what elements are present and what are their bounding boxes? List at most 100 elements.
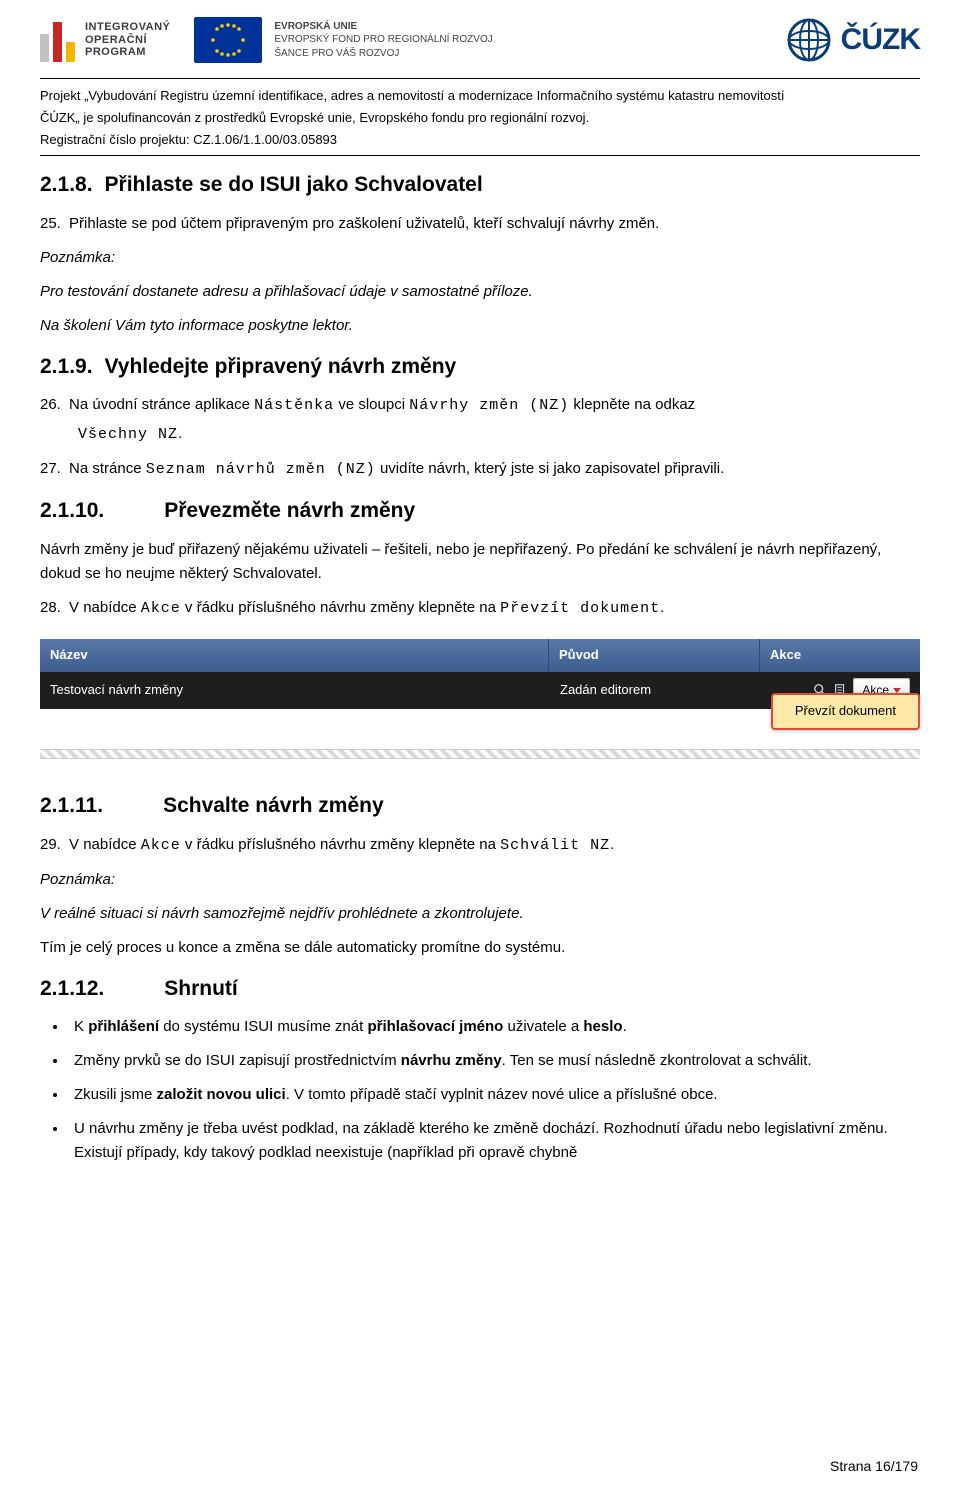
item-num: 28. xyxy=(40,599,61,616)
item-num: 29. xyxy=(40,836,61,853)
mono-text: Návrhy změn (NZ) xyxy=(409,397,569,414)
item-text: v řádku příslušného návrhu změny klepnět… xyxy=(181,599,500,616)
item-text: klepněte na odkaz xyxy=(569,396,695,413)
item-text: Na úvodní stránce aplikace xyxy=(69,396,254,413)
note-text: V reálné situaci si návrh samozřejmě nej… xyxy=(40,902,920,926)
item-text: K xyxy=(74,1018,88,1035)
col-header-actions: Akce xyxy=(760,639,920,672)
stripe-decoration xyxy=(40,749,920,759)
item-text: . V tomto případě stačí vyplnit název no… xyxy=(286,1086,718,1103)
logo-eu: EVROPSKÁ UNIE EVROPSKÝ FOND PRO REGIONÁL… xyxy=(194,17,492,63)
project-line3: Registrační číslo projektu: CZ.1.06/1.1.… xyxy=(40,129,920,151)
item-text: . Ten se musí následně zkontrolovat a sc… xyxy=(502,1052,812,1069)
item-text: Přihlaste se pod účtem připraveným pro z… xyxy=(69,215,659,232)
mono-text: Převzít dokument xyxy=(500,600,660,617)
mono-text: Akce xyxy=(141,600,181,617)
heading-num: 2.1.8. xyxy=(40,173,93,196)
iop-bars-icon xyxy=(40,18,75,62)
divider xyxy=(40,155,920,156)
list-item: 27. Na stránce Seznam návrhů změn (NZ) u… xyxy=(40,457,920,482)
item-text: Na stránce xyxy=(69,460,146,477)
list-item: 29. V nabídce Akce v řádku příslušného n… xyxy=(40,833,920,858)
project-line2: ČÚZK„ je spolufinancován z prostředků Ev… xyxy=(40,107,920,129)
ui-table: Název Původ Akce Testovací návrh změny Z… xyxy=(40,639,920,759)
heading-219: 2.1.9. Vyhledejte připravený návrh změny xyxy=(40,350,920,384)
cuzk-text: ČÚZK xyxy=(841,23,920,57)
mono-text: Schválit NZ xyxy=(500,837,610,854)
project-description: Projekt „Vybudování Registru územní iden… xyxy=(40,85,920,151)
page: INTEGROVANÝ OPERAČNÍ PROGRAM EVROPSKÁ UN… xyxy=(0,0,960,1494)
divider xyxy=(40,78,920,79)
document-content: 2.1.8. Přihlaste se do ISUI jako Schvalov… xyxy=(40,168,920,1165)
note-text: Na školení Vám tyto informace poskytne l… xyxy=(40,314,920,338)
heading-title: Schvalte návrh změny xyxy=(163,794,384,817)
list-item: U návrhu změny je třeba uvést podklad, n… xyxy=(68,1117,920,1165)
bold-text: heslo xyxy=(583,1018,622,1035)
item-num: 26. xyxy=(40,396,61,413)
col-header-origin: Původ xyxy=(549,639,760,672)
heading-title: Přihlaste se do ISUI jako Schvalovatel xyxy=(105,173,483,196)
list-item: 26. Na úvodní stránce aplikace Nástěnka … xyxy=(40,393,920,447)
list-item: Změny prvků se do ISUI zapisují prostřed… xyxy=(68,1049,920,1073)
eu-flag-icon xyxy=(194,17,262,63)
list-item: K přihlášení do systému ISUI musíme znát… xyxy=(68,1015,920,1039)
dropdown-item-prevzit[interactable]: Převzít dokument xyxy=(771,693,920,730)
heading-title: Převezměte návrh změny xyxy=(164,499,415,522)
mono-text: Akce xyxy=(141,837,181,854)
item-text: v řádku příslušného návrhu změny klepnět… xyxy=(181,836,500,853)
heading-2110: 2.1.10. Převezměte návrh změny xyxy=(40,494,920,528)
heading-num: 2.1.11. xyxy=(40,794,103,817)
list-item: 25. Přihlaste se pod účtem připraveným p… xyxy=(40,212,920,236)
bold-text: návrhu změny xyxy=(401,1052,502,1069)
page-footer: Strana 16/179 xyxy=(830,1458,918,1474)
heading-title: Vyhledejte připravený návrh změny xyxy=(105,355,457,378)
list-item: 28. V nabídce Akce v řádku příslušného n… xyxy=(40,596,920,621)
item-text: V nabídce xyxy=(69,836,141,853)
heading-218: 2.1.8. Přihlaste se do ISUI jako Schvalov… xyxy=(40,168,920,202)
bold-text: založit novou ulici xyxy=(157,1086,286,1103)
project-line1: Projekt „Vybudování Registru územní iden… xyxy=(40,85,920,107)
item-text: . xyxy=(660,599,664,616)
cell-origin: Zadán editorem xyxy=(550,674,760,707)
item-text: uvidíte návrh, který jste si jako zapiso… xyxy=(376,460,724,477)
item-num: 27. xyxy=(40,460,61,477)
heading-num: 2.1.12. xyxy=(40,977,104,1000)
paragraph: Návrh změny je buď přiřazený nějakému už… xyxy=(40,538,920,586)
list-item: Zkusili jsme založit novou ulici. V tomt… xyxy=(68,1083,920,1107)
item-text: Změny prvků se do ISUI zapisují prostřed… xyxy=(74,1052,401,1069)
heading-2112: 2.1.12. Shrnutí xyxy=(40,972,920,1006)
heading-num: 2.1.10. xyxy=(40,499,104,522)
item-text: V nabídce xyxy=(69,599,141,616)
note-text: Pro testování dostanete adresu a přihlaš… xyxy=(40,280,920,304)
note-label: Poznámka: xyxy=(40,246,920,270)
table-header: Název Původ Akce xyxy=(40,639,920,672)
item-text: . xyxy=(178,425,182,442)
mono-text: Všechny NZ xyxy=(78,426,178,443)
item-text: uživatele a xyxy=(503,1018,583,1035)
mono-text: Nástěnka xyxy=(254,397,334,414)
item-text: Zkusili jsme xyxy=(74,1086,157,1103)
item-text: do systému ISUI musíme znát xyxy=(159,1018,367,1035)
paragraph: Tím je celý proces u konce a změna se dá… xyxy=(40,936,920,960)
logo-cuzk: ČÚZK xyxy=(785,16,920,64)
heading-num: 2.1.9. xyxy=(40,355,93,378)
logo-iop: INTEGROVANÝ OPERAČNÍ PROGRAM xyxy=(40,18,170,62)
bold-text: přihlašovací jméno xyxy=(367,1018,503,1035)
eu-line2: EVROPSKÝ FOND PRO REGIONÁLNÍ ROZVOJ xyxy=(274,33,492,47)
item-num: 25. xyxy=(40,215,61,232)
iop-text: INTEGROVANÝ OPERAČNÍ PROGRAM xyxy=(85,21,170,59)
item-text: . xyxy=(623,1018,627,1035)
item-text: ve sloupci xyxy=(334,396,409,413)
summary-bullets: K přihlášení do systému ISUI musíme znát… xyxy=(40,1015,920,1165)
item-text: . xyxy=(610,836,614,853)
heading-title: Shrnutí xyxy=(164,977,238,1000)
header-logos: INTEGROVANÝ OPERAČNÍ PROGRAM EVROPSKÁ UN… xyxy=(40,12,920,74)
eu-line1: EVROPSKÁ UNIE xyxy=(274,20,492,34)
heading-2111: 2.1.11. Schvalte návrh změny xyxy=(40,789,920,823)
eu-text: EVROPSKÁ UNIE EVROPSKÝ FOND PRO REGIONÁL… xyxy=(274,20,492,61)
mono-text: Seznam návrhů změn (NZ) xyxy=(146,461,376,478)
note-label: Poznámka: xyxy=(40,868,920,892)
bold-text: přihlášení xyxy=(88,1018,159,1035)
eu-line3: ŠANCE PRO VÁŠ ROZVOJ xyxy=(274,47,492,61)
globe-icon xyxy=(785,16,833,64)
